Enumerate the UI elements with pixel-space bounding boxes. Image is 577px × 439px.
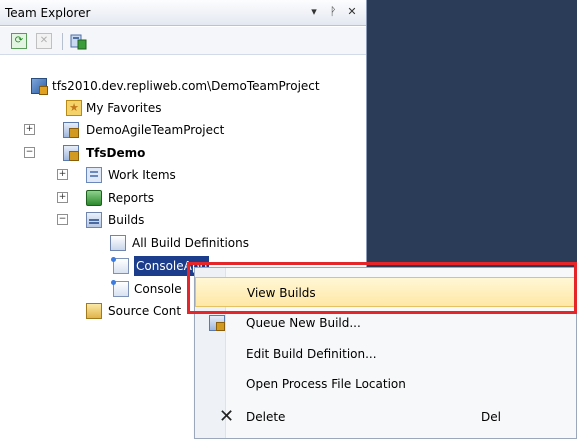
work-items-icon — [86, 167, 102, 183]
menu-label-queue-new-build: Queue New Build... — [246, 316, 361, 330]
tree-item-work-items[interactable]: + Work Items — [0, 165, 366, 185]
tree-item-demoagile[interactable]: + DemoAgileTeamProject — [0, 120, 366, 140]
menu-label-open-process-file: Open Process File Location — [246, 377, 406, 391]
tree-item-server[interactable]: tfs2010.dev.repliweb.com\DemoTeamProject — [0, 76, 366, 96]
team-project-icon — [63, 122, 79, 138]
close-icon[interactable]: ✕ — [344, 4, 360, 20]
team-project-icon — [63, 145, 79, 161]
expand-icon[interactable]: + — [57, 169, 68, 180]
menu-label-edit-build-definition: Edit Build Definition... — [246, 347, 377, 361]
panel-titlebar: Team Explorer ▾ ᚹ ✕ — [0, 0, 366, 26]
panel-title: Team Explorer — [5, 6, 91, 20]
menu-shortcut-delete: Del — [481, 410, 501, 424]
builds-icon — [86, 212, 102, 228]
context-menu: View Builds Queue New Build... Edit Buil… — [194, 267, 577, 439]
pin-icon[interactable]: ᚹ — [325, 4, 341, 20]
stop-icon[interactable]: ✕ — [36, 33, 52, 49]
reports-icon — [86, 190, 102, 206]
build-definitions-icon — [110, 235, 126, 251]
tree-item-favorites[interactable]: ★ My Favorites — [0, 98, 366, 118]
tree-label-builds: Builds — [108, 213, 145, 227]
menu-item-delete[interactable]: ✕ Delete Del — [195, 402, 576, 432]
tree-label-source-control: Source Cont — [108, 304, 182, 318]
tree-item-tfsdemo[interactable]: − TfsDemo — [0, 143, 366, 163]
tree-label-all-build-defs: All Build Definitions — [132, 236, 249, 250]
expand-icon[interactable]: + — [57, 192, 68, 203]
toolbar: ⟳ ✕ — [0, 27, 366, 55]
build-definition-icon — [111, 280, 129, 297]
menu-label-view-builds: View Builds — [247, 286, 316, 300]
menu-label-delete: Delete — [246, 410, 286, 424]
menu-item-edit-build-definition[interactable]: Edit Build Definition... — [195, 339, 576, 369]
collapse-icon[interactable]: − — [24, 147, 35, 158]
menu-item-queue-new-build[interactable]: Queue New Build... — [195, 308, 576, 338]
tree-item-all-build-defs[interactable]: All Build Definitions — [0, 233, 366, 253]
star-icon: ★ — [66, 100, 82, 116]
build-definition-icon — [111, 257, 129, 274]
delete-icon: ✕ — [219, 406, 235, 427]
tree-label-server: tfs2010.dev.repliweb.com\DemoTeamProject — [52, 79, 320, 93]
menu-item-open-process-file[interactable]: Open Process File Location — [195, 369, 576, 399]
expand-icon[interactable]: + — [24, 124, 35, 135]
tree-label-tfsdemo: TfsDemo — [86, 146, 146, 160]
refresh-icon[interactable]: ⟳ — [11, 33, 27, 49]
source-control-icon — [86, 303, 102, 319]
tree-label-reports: Reports — [108, 191, 155, 205]
add-team-project-icon[interactable] — [70, 33, 87, 50]
toolbar-separator — [62, 33, 63, 50]
menu-item-view-builds[interactable]: View Builds — [195, 277, 576, 307]
tree-label-favorites: My Favorites — [86, 101, 162, 115]
queue-build-icon — [209, 315, 225, 331]
tree-label-demoagile: DemoAgileTeamProject — [86, 123, 225, 137]
collapse-icon[interactable]: − — [57, 214, 68, 225]
tree-item-builds[interactable]: − Builds — [0, 210, 366, 230]
tree-item-reports[interactable]: + Reports — [0, 188, 366, 208]
tree-label-work-items: Work Items — [108, 168, 176, 182]
server-icon — [31, 78, 48, 95]
tree-label-console-app-2: Console — [134, 282, 182, 296]
dropdown-icon[interactable]: ▾ — [306, 4, 322, 20]
